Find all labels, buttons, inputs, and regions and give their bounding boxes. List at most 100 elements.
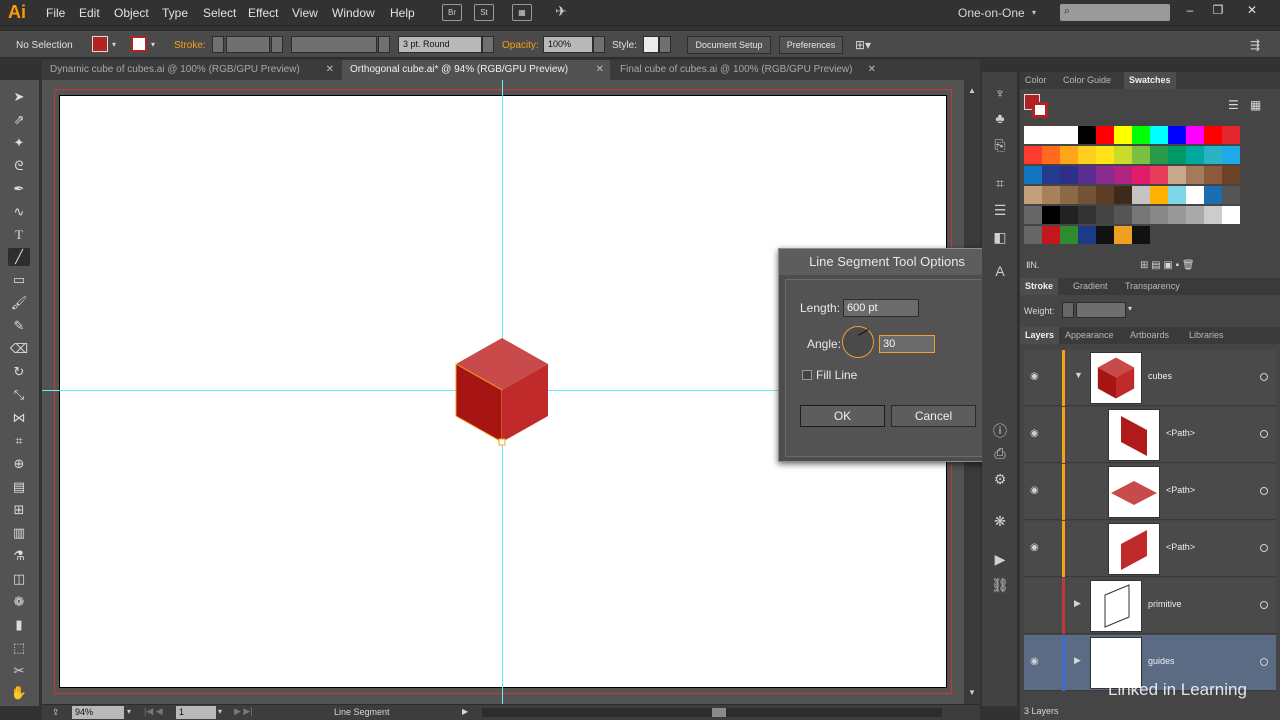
list-view-icon[interactable]: ☰: [1228, 98, 1239, 112]
fill-line-checkbox[interactable]: [802, 370, 812, 380]
pathfinder-icon[interactable]: ◧: [990, 228, 1010, 246]
fill-line-label[interactable]: Fill Line: [816, 368, 857, 382]
color-swatch[interactable]: [1024, 206, 1042, 224]
color-swatch[interactable]: [1132, 186, 1150, 204]
color-swatch[interactable]: [1042, 226, 1060, 244]
width-tool-icon[interactable]: ⋈: [8, 409, 30, 427]
cube-artwork[interactable]: [454, 336, 550, 446]
color-swatch[interactable]: [1132, 146, 1150, 164]
workspace-switcher[interactable]: One-on-One: [958, 6, 1025, 20]
new-swatch-group-icon[interactable]: ⊞ ▤ ▣ ▪ 🗑: [1140, 260, 1195, 271]
color-swatch[interactable]: [1186, 146, 1204, 164]
stroke-stepper[interactable]: [212, 36, 224, 53]
expand-arrow-icon[interactable]: ▼: [1074, 370, 1083, 380]
color-swatch[interactable]: [1024, 146, 1042, 164]
menu-file[interactable]: File: [46, 6, 65, 20]
tab-stroke[interactable]: Stroke: [1020, 278, 1059, 295]
tab-color[interactable]: Color: [1020, 72, 1052, 89]
club-icon[interactable]: ♣: [990, 109, 1010, 127]
color-swatch[interactable]: [1186, 126, 1204, 144]
share-icon[interactable]: ⇪: [52, 707, 60, 718]
stroke-swatch[interactable]: [131, 36, 147, 52]
type-tool-icon[interactable]: T: [8, 226, 30, 244]
graph-tool-icon[interactable]: ▮: [8, 616, 30, 634]
color-swatch[interactable]: [1132, 126, 1150, 144]
color-swatch[interactable]: [1168, 166, 1186, 184]
preferences-button[interactable]: Preferences: [779, 36, 843, 54]
color-swatch[interactable]: [1150, 126, 1168, 144]
color-swatch[interactable]: [1222, 186, 1240, 204]
color-swatch[interactable]: [1096, 166, 1114, 184]
links-icon[interactable]: ⛓: [990, 576, 1010, 594]
chevron-right-icon[interactable]: ▶: [462, 707, 468, 716]
color-swatch[interactable]: [1078, 186, 1096, 204]
color-swatch[interactable]: [1024, 126, 1042, 144]
color-swatch[interactable]: [1096, 206, 1114, 224]
graphic-style-swatch[interactable]: [643, 36, 659, 53]
tab-gradient[interactable]: Gradient: [1068, 278, 1113, 295]
color-swatch[interactable]: [1114, 226, 1132, 244]
color-swatch[interactable]: [1114, 166, 1132, 184]
menu-effect[interactable]: Effect: [248, 6, 278, 20]
document-setup-button[interactable]: Document Setup: [687, 36, 771, 54]
swatch-library-icon[interactable]: ⅡN.: [1026, 260, 1039, 271]
layer-row-path[interactable]: ◉ <Path>: [1024, 407, 1276, 463]
tab-layers[interactable]: Layers: [1020, 327, 1060, 344]
image-trace-icon[interactable]: ⚙: [990, 470, 1010, 488]
color-swatch[interactable]: [1024, 226, 1042, 244]
tab-color-guide[interactable]: Color Guide: [1058, 72, 1116, 89]
visibility-eye-icon[interactable]: ◉: [1030, 485, 1039, 496]
bridge-icon[interactable]: Br: [442, 4, 462, 21]
tab-dynamic-cube[interactable]: Dynamic cube of cubes.ai @ 100% (RGB/GPU…: [42, 60, 340, 80]
artboard-tool-icon[interactable]: ⬚: [8, 639, 30, 657]
color-swatch[interactable]: [1204, 126, 1222, 144]
opacity-dropdown[interactable]: [593, 36, 605, 53]
color-swatch[interactable]: [1222, 126, 1240, 144]
layer-row-primitive[interactable]: ▶ primitive: [1024, 578, 1276, 634]
color-swatch[interactable]: [1096, 226, 1114, 244]
shaper-tool-icon[interactable]: ✎: [8, 317, 30, 335]
visibility-eye-icon[interactable]: ◉: [1030, 656, 1039, 667]
layer-row-cubes[interactable]: ◉ ▼ cubes: [1024, 350, 1276, 406]
color-swatch[interactable]: [1204, 186, 1222, 204]
export-icon[interactable]: ⎘: [990, 136, 1010, 154]
tab-final-cube[interactable]: Final cube of cubes.ai @ 100% (RGB/GPU P…: [612, 60, 882, 80]
arrange-icon[interactable]: ⊞▾: [855, 38, 871, 52]
info-icon[interactable]: ⓘ: [990, 422, 1010, 440]
panel-menu-icon[interactable]: ⇶: [1250, 38, 1260, 52]
perspective-grid-icon[interactable]: ▤: [8, 478, 30, 496]
color-swatch[interactable]: [1024, 186, 1042, 204]
style-dropdown[interactable]: [659, 36, 671, 53]
variable-width-profile[interactable]: [291, 36, 377, 53]
tab-orthogonal-cube[interactable]: Orthogonal cube.ai* @ 94% (RGB/GPU Previ…: [342, 60, 610, 80]
color-swatch[interactable]: [1096, 126, 1114, 144]
color-swatch[interactable]: [1060, 126, 1078, 144]
symbol-sprayer-icon[interactable]: ❁: [8, 593, 30, 611]
scroll-thumb[interactable]: [712, 708, 726, 717]
slice-tool-icon[interactable]: ✂: [8, 662, 30, 680]
color-swatch[interactable]: [1060, 206, 1078, 224]
selection-tool-icon[interactable]: ➤: [8, 88, 30, 106]
close-icon[interactable]: ✕: [596, 60, 604, 80]
color-swatch[interactable]: [1114, 206, 1132, 224]
color-swatch[interactable]: [1186, 186, 1204, 204]
stroke-weight-field[interactable]: [226, 36, 270, 53]
color-swatch[interactable]: [1060, 166, 1078, 184]
lasso-icon[interactable]: ᘓ: [8, 157, 30, 175]
color-swatch[interactable]: [1042, 126, 1060, 144]
menu-help[interactable]: Help: [390, 6, 415, 20]
layer-row-path[interactable]: ◉ <Path>: [1024, 464, 1276, 520]
artboard-number-field[interactable]: 1: [176, 706, 216, 719]
menu-edit[interactable]: Edit: [79, 6, 100, 20]
color-swatch[interactable]: [1078, 206, 1096, 224]
visibility-eye-icon[interactable]: ◉: [1030, 542, 1039, 553]
cancel-button[interactable]: Cancel: [891, 405, 976, 427]
shape-builder-icon[interactable]: ⊕: [8, 455, 30, 473]
color-swatch[interactable]: [1078, 126, 1096, 144]
paintbrush-icon[interactable]: 🖌: [8, 294, 30, 312]
color-swatch[interactable]: [1222, 166, 1240, 184]
close-icon[interactable]: ✕: [868, 60, 876, 80]
target-icon[interactable]: [1260, 430, 1268, 438]
first-artboard-icon[interactable]: |◀ ◀: [144, 706, 163, 717]
current-tool-status[interactable]: Line Segment: [334, 707, 390, 717]
